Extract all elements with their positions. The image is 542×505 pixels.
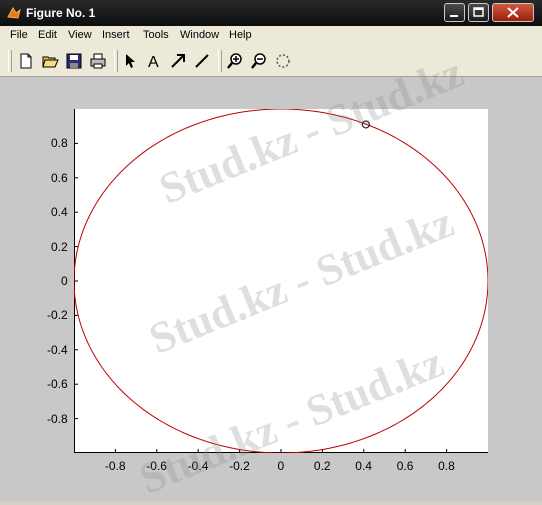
rotate-3d-icon[interactable] [274,52,292,70]
insert-line-icon[interactable] [193,52,211,70]
series-line [74,109,488,453]
save-icon[interactable] [65,52,83,70]
toolbar-separator [218,50,222,72]
figure-area: -0.8 -0.6 -0.4 -0.2 0 0.2 0.4 0.6 0.8 0.8 0.6 0.4 0.… [0,77,542,501]
toolbar: A [0,46,542,77]
x-tick-label: 0 [277,459,285,473]
x-tick-label: 0.8 [438,459,455,473]
y-tick-label: 0 [61,274,68,288]
toolbar-grip [8,50,12,72]
x-tick-label: -0.6 [146,459,167,473]
y-tick-label: -0.2 [47,308,68,323]
menu-view[interactable]: View [68,29,92,41]
plot-canvas [74,109,488,453]
menu-tools[interactable]: Tools [143,29,169,41]
open-file-icon[interactable] [41,52,59,70]
y-tick-label: 0.4 [51,205,68,220]
menu-help[interactable]: Help [229,29,252,41]
menu-edit[interactable]: Edit [38,29,57,41]
x-tick-label: -0.4 [187,459,209,473]
y-tick-label: 0.6 [51,170,68,185]
window-title: Figure No. 1 [26,6,96,20]
matlab-icon [7,7,21,19]
title-bar[interactable]: Figure No. 1 [0,0,542,26]
y-tick-label: -0.4 [47,342,68,357]
close-button[interactable] [492,3,534,22]
axis-lines [74,109,488,453]
menu-file[interactable]: File [10,29,28,41]
plot-axes[interactable] [74,109,488,453]
y-tick-label: 0.8 [51,136,68,151]
toolbar-separator [114,50,118,72]
zoom-in-icon[interactable] [226,52,244,70]
minimize-button[interactable] [444,3,465,22]
x-tick-label: -0.8 [104,459,126,473]
insert-arrow-icon[interactable] [169,52,187,70]
zoom-out-icon[interactable] [250,52,268,70]
maximize-button[interactable] [468,3,489,22]
svg-text:A: A [148,54,159,70]
x-tick-label: 0.4 [355,459,372,473]
x-tick-label: 0.6 [396,459,414,473]
menu-bar: File Edit View Insert Tools Window Help [0,26,542,46]
y-tick-label: -0.8 [47,411,68,426]
x-tick-label: -0.2 [229,459,250,473]
x-tick-label: 0.2 [313,459,331,473]
select-arrow-icon[interactable] [121,52,139,70]
new-figure-icon[interactable] [17,52,35,70]
menu-insert[interactable]: Insert [102,29,130,41]
y-tick-label: 0.2 [51,239,68,254]
y-tick-label: -0.6 [47,377,68,392]
insert-text-icon[interactable]: A [145,52,163,71]
print-icon[interactable] [89,52,107,70]
menu-window[interactable]: Window [180,29,219,41]
